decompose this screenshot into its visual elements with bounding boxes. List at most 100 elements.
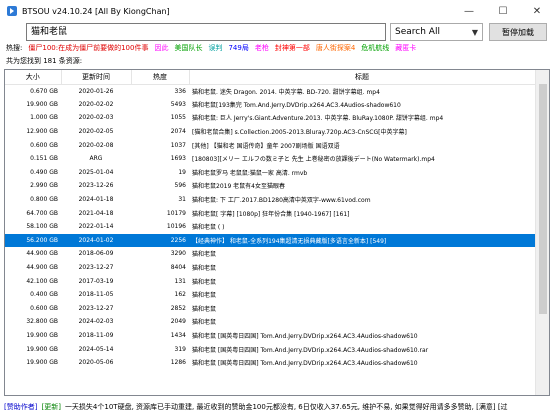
table-row[interactable]: 32.800 GB 2024-02-03 2049 猫和老鼠	[5, 315, 535, 329]
status-bar: [赞助作者] [更新] 一天损失4个10T硬盘, 资源库已手动重建, 最近收到的…	[0, 398, 554, 416]
search-mode-select[interactable]: Search All ▼	[390, 23, 483, 41]
update-link[interactable]: [更新]	[41, 402, 60, 412]
pause-loading-button[interactable]: 暂停加载	[489, 23, 547, 41]
cell-title: 猫和老鼠 [国英粤日四国] Tom.And.Jerry.DVDrip.x264.…	[192, 360, 418, 368]
close-button[interactable]: ✕	[520, 0, 554, 22]
maximize-button[interactable]: ☐	[486, 0, 520, 22]
table-row[interactable]: 19.900 GB 2020-05-06 1286 猫和老鼠 [国英粤日四国] Tom…	[5, 356, 535, 370]
table-row[interactable]: 0.800 GB 2024-01-18 31 猫和老鼠: 下 工厂.2017.BD12…	[5, 193, 535, 207]
cell-size: 1.000 GB	[30, 114, 58, 122]
cell-heat: 1693	[170, 155, 186, 163]
table-row[interactable]: 42.100 GB 2017-03-19 131 猫和老鼠	[5, 274, 535, 288]
table-row[interactable]: 64.700 GB 2021-04-18 10179 猫和老鼠[ 字幕] [1080p…	[5, 206, 535, 220]
hot-search-item[interactable]: 美国队长	[174, 43, 202, 55]
cell-size: 44.900 GB	[26, 250, 58, 258]
cell-heat: 2049	[170, 318, 186, 326]
cell-size: 0.600 GB	[30, 141, 58, 149]
cell-title: 猫和老鼠	[192, 278, 217, 286]
cell-title: [180803][メリー エルフの数ミ子と 先生 上巻秘密の放課後デート(No …	[192, 156, 435, 164]
table-row[interactable]: 19.900 GB 2024-05-14 319 猫和老鼠 [国英粤日四国] Tom.…	[5, 342, 535, 356]
header-date[interactable]: 更新时间	[61, 70, 132, 85]
cell-title: 猫和老鼠: 下 工厂.2017.BD1280高清中英双字-www.61vod.c…	[192, 197, 371, 205]
cell-title: 猫和老鼠. 迷失 Dragon. 2014. 中英字幕. BD-720. 甜饼字…	[192, 88, 380, 96]
minimize-button[interactable]: —	[452, 0, 486, 22]
table-row[interactable]: 58.100 GB 2022-01-14 10196 猫和老鼠 ( )	[5, 220, 535, 234]
hot-search-item[interactable]: 危机航线	[361, 43, 389, 55]
table-row[interactable]: 0.600 GB 2023-12-27 2852 猫和老鼠	[5, 302, 535, 316]
table-row[interactable]: 1.000 GB 2020-02-03 1055 猫和老鼠: 巨人 Jerry's.G…	[5, 111, 535, 125]
header-heat[interactable]: 热度	[131, 70, 190, 85]
hot-search-item[interactable]: 唐人街探案4	[316, 43, 355, 55]
cell-size: 19.900 GB	[26, 359, 58, 367]
cell-title: 猫和老鼠 [国英粤日四国] Tom.And.Jerry.DVDrip.x264.…	[192, 332, 418, 340]
table-row[interactable]: 19.900 GB 2018-11-09 1434 猫和老鼠 [国英粤日四国] Tom…	[5, 329, 535, 343]
cell-title: 【经典神作】 和老鼠-全系列194集超清无损典藏版[多语言全新本] [549]	[189, 233, 535, 248]
cell-heat: 5493	[170, 100, 186, 108]
cell-date: 2023-12-26	[78, 182, 114, 190]
chevron-down-icon: ▼	[471, 28, 478, 37]
cell-date: 2020-02-02	[78, 100, 114, 108]
cell-heat: 19	[178, 168, 186, 176]
hot-search-item[interactable]: 藏匿卡	[395, 43, 416, 55]
table-row[interactable]: 19.900 GB 2020-02-02 5493 猫和老鼠[193集完 Tom.An…	[5, 98, 535, 112]
table-row[interactable]: 44.900 GB 2018-06-09 3290 猫和老鼠	[5, 247, 535, 261]
cell-size: 0.151 GB	[30, 155, 58, 163]
cell-size: 42.100 GB	[26, 277, 58, 285]
hot-search-item[interactable]: 老枪	[255, 43, 269, 55]
cell-heat: 1055	[170, 114, 186, 122]
table-row[interactable]: 0.670 GB 2020-01-26 336 猫和老鼠. 迷失 Dragon. 20…	[5, 84, 535, 98]
cell-date: 2020-02-08	[78, 141, 114, 149]
sponsor-link[interactable]: [赞助作者]	[4, 402, 37, 412]
cell-title: 猫和老鼠[193集完 Tom.And.Jerry.DVDrip.x264.AC3…	[192, 101, 401, 109]
table-header-row: 大小 更新时间 热度 标题	[5, 70, 536, 85]
cell-heat: 1434	[170, 331, 186, 339]
cell-size: 19.900 GB	[26, 345, 58, 353]
results-table: 大小 更新时间 热度 标题 0.670 GB 2020-01-26 336 猫和老鼠.…	[4, 69, 550, 396]
header-size[interactable]: 大小	[5, 70, 62, 85]
cell-size: 0.600 GB	[30, 304, 58, 312]
hot-search-item[interactable]: 因此	[154, 43, 168, 55]
cell-heat: 2852	[170, 304, 186, 312]
cell-date: 2020-05-06	[78, 359, 114, 367]
table-row[interactable]: 44.900 GB 2023-12-27 8404 猫和老鼠	[5, 261, 535, 275]
cell-size: 0.400 GB	[30, 291, 58, 299]
hot-search-item[interactable]: 误判	[208, 43, 222, 55]
table-row[interactable]: 0.400 GB 2018-11-05 162 猫和老鼠	[5, 288, 535, 302]
search-input[interactable]: 猫和老鼠	[26, 23, 386, 41]
cell-title: 猫和老鼠: 巨人 Jerry's.Giant.Adventure.2013. 中…	[192, 115, 444, 123]
table-row[interactable]: 0.600 GB 2020-02-08 1037 [其他] 【猫和老 国语传奇】童年 …	[5, 138, 535, 152]
cell-size: 0.800 GB	[30, 196, 58, 204]
cell-date: 2018-11-05	[78, 291, 114, 299]
cell-heat: 336	[174, 87, 186, 95]
cell-size: 44.900 GB	[26, 264, 58, 272]
cell-title: 猫和老鼠 ( )	[192, 224, 225, 232]
search-mode-value: Search All	[395, 27, 440, 37]
hot-search-item[interactable]: 僵尸100:在成为僵尸前要做的100件事	[28, 43, 148, 55]
cell-date: 2024-01-02	[61, 233, 131, 248]
table-row[interactable]: 2.990 GB 2023-12-26 596 猫和老鼠2019 老鼠有4女至猫眼春	[5, 179, 535, 193]
table-row[interactable]: 12.900 GB 2020-02-05 2074 [猫和老鼠合集] s.Collec…	[5, 125, 535, 139]
cell-title: 猫和老鼠 [国英粤日四国] Tom.And.Jerry.DVDrip.x264.…	[192, 346, 429, 354]
table-row[interactable]: 0.151 GB ARG 1693 [180803][メリー エルフの数ミ子と 先生 …	[5, 152, 535, 166]
hot-search-item[interactable]: 749局	[228, 43, 248, 55]
cell-heat: 131	[174, 277, 186, 285]
cell-heat: 31	[178, 196, 186, 204]
hot-search-item[interactable]: 封神第一部	[275, 43, 310, 55]
vertical-scrollbar[interactable]	[535, 70, 549, 395]
cell-date: 2018-06-09	[78, 250, 114, 258]
cell-heat: 2256	[131, 233, 189, 248]
cell-title: 猫和老鼠[ 字幕] [1080p] 狂年份合集 [1940-1967] [161…	[192, 210, 350, 218]
table-row[interactable]: 56.200 GB 2024-01-02 2256 【经典神作】 和老鼠-全系列194…	[5, 233, 535, 248]
cell-date: 2021-04-18	[78, 209, 114, 217]
header-title[interactable]: 标题	[189, 70, 536, 85]
cell-date: 2020-02-03	[78, 114, 114, 122]
cell-title: [猫和老鼠合集] s.Collection.2005-2013.Bluray.7…	[192, 129, 407, 137]
toolbar: 猫和老鼠 Search All ▼ 暂停加载	[0, 22, 554, 42]
table-row[interactable]: 0.490 GB 2025-01-04 19 猫和老鼠罗马 老鼠鼠:猫鼠一家 高清. …	[5, 166, 535, 180]
result-count: 共为您找到 181 条资源:	[6, 57, 83, 65]
cell-heat: 10196	[166, 223, 186, 231]
scrollbar-thumb[interactable]	[539, 84, 547, 314]
cell-heat: 10179	[166, 209, 186, 217]
cell-date: 2024-05-14	[78, 345, 114, 353]
cell-size: 19.900 GB	[26, 331, 58, 339]
